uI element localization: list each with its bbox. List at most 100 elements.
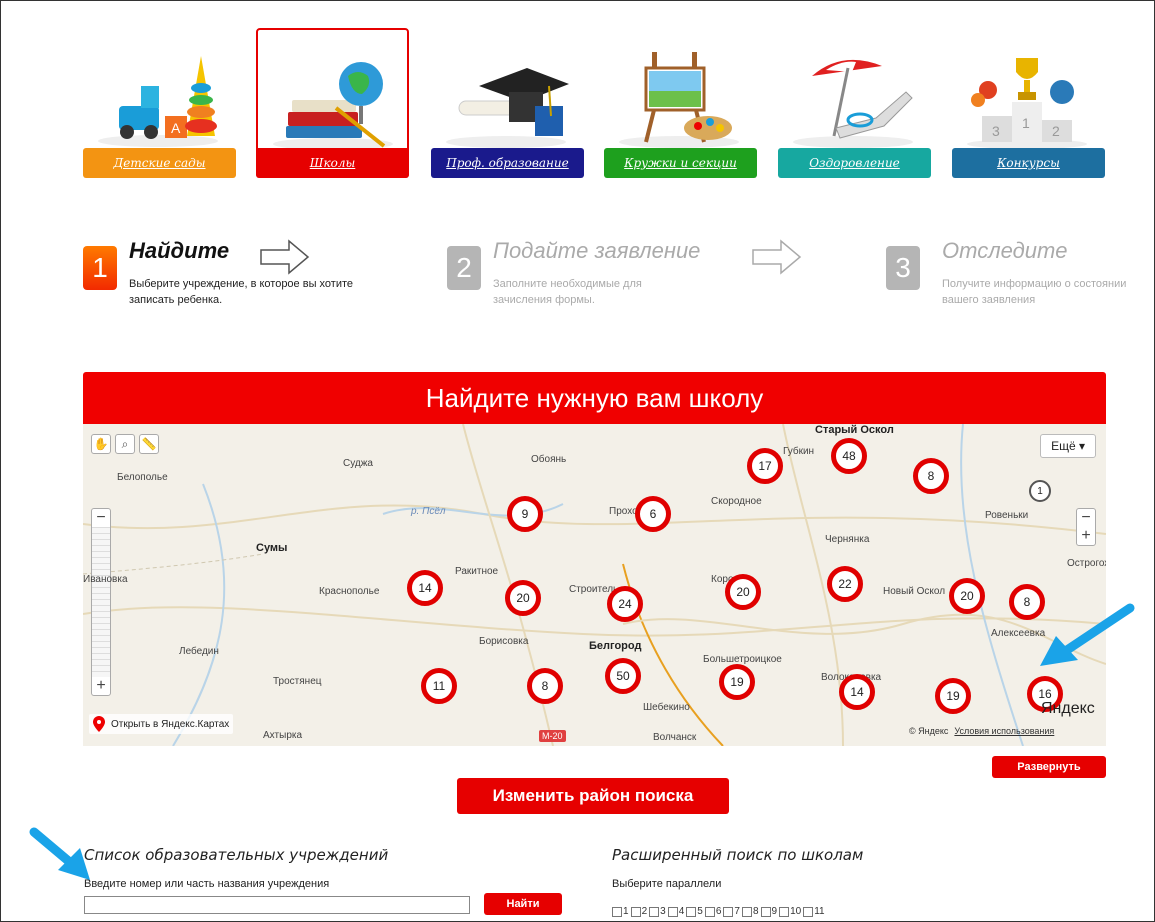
step-number: 1 xyxy=(83,246,117,290)
svg-text:1: 1 xyxy=(1022,115,1030,131)
place-label: р. Псёл xyxy=(411,506,446,517)
grade-checkbox[interactable]: 8 xyxy=(741,906,759,917)
map-cluster[interactable]: 20 xyxy=(725,574,761,610)
step-description: Заполните необходимые для зачисления фор… xyxy=(493,278,642,306)
category-label[interactable]: Конкурсы xyxy=(952,148,1105,178)
map-cluster[interactable]: 17 xyxy=(747,448,783,484)
hand-tool-icon[interactable]: ✋ xyxy=(91,434,111,454)
checkbox[interactable] xyxy=(630,906,641,917)
category-label[interactable]: Проф. образование xyxy=(431,148,584,178)
grade-checkbox[interactable]: 6 xyxy=(704,906,721,917)
step-3: 3 Отследите Получите информацию о состоя… xyxy=(886,238,1136,318)
grade-checkboxes: 1 2 3 4 5 6 7 8 9 10 11 xyxy=(612,906,825,917)
grade-label: 1 xyxy=(623,906,629,917)
map-copyright: © Яндекс Условия использования xyxy=(909,726,1054,736)
place-label: Губкин xyxy=(783,446,815,457)
category-schools[interactable]: Школы xyxy=(256,28,409,178)
expand-map-button[interactable]: Развернуть xyxy=(992,756,1106,778)
map-cluster[interactable]: 50 xyxy=(605,658,641,694)
checkbox[interactable] xyxy=(704,906,715,917)
grades-hint: Выберите параллели xyxy=(612,878,722,890)
map-cluster[interactable]: 14 xyxy=(839,674,875,710)
map-cluster[interactable]: 20 xyxy=(505,580,541,616)
checkbox[interactable] xyxy=(612,906,622,917)
grade-checkbox[interactable]: 4 xyxy=(667,906,684,917)
zoom-area-icon[interactable]: ⌕ xyxy=(115,434,135,454)
open-in-yandex-label[interactable]: Открыть в Яндекс.Картах xyxy=(111,719,229,730)
map-cluster[interactable]: 19 xyxy=(935,678,971,714)
place-label: Белгород xyxy=(589,640,642,652)
grade-checkbox[interactable]: 1 xyxy=(612,906,629,917)
find-school-banner: Найдите нужную вам школу xyxy=(83,372,1106,424)
place-label: Шебекино xyxy=(643,702,690,713)
change-search-area-button[interactable]: Изменить район поиска xyxy=(457,778,729,814)
map-cluster[interactable]: 14 xyxy=(407,570,443,606)
institution-search-input[interactable] xyxy=(84,896,470,914)
place-label: Ивановка xyxy=(83,574,128,585)
grade-checkbox[interactable]: 3 xyxy=(649,906,666,917)
category-clubs[interactable]: Кружки и секции xyxy=(604,28,757,178)
category-kindergartens[interactable]: A Детские сады xyxy=(83,28,236,178)
checkbox[interactable] xyxy=(686,906,697,917)
category-label[interactable]: Оздоровление xyxy=(778,148,931,178)
map-cluster[interactable]: 19 xyxy=(719,664,755,700)
step-title: Найдите xyxy=(129,238,230,263)
checkbox[interactable] xyxy=(723,906,734,917)
map-cluster[interactable]: 6 xyxy=(635,496,671,532)
zoom-out-button[interactable]: − xyxy=(1077,509,1095,527)
zoom-control-right[interactable]: − + xyxy=(1076,508,1096,546)
map-cluster[interactable]: 9 xyxy=(507,496,543,532)
map-cluster[interactable]: 1 xyxy=(1029,480,1051,502)
checkbox[interactable] xyxy=(760,906,771,917)
zoom-out-button[interactable]: − xyxy=(92,509,110,527)
category-professional[interactable]: Проф. образование xyxy=(431,28,584,178)
map-cluster[interactable]: 8 xyxy=(913,458,949,494)
trophy-podium-icon: 3 1 2 xyxy=(967,58,1087,149)
grade-checkbox[interactable]: 9 xyxy=(760,906,778,917)
map-more-button[interactable]: Ещё ▾ xyxy=(1040,434,1096,458)
grade-checkbox[interactable]: 11 xyxy=(803,906,825,917)
grade-label: 3 xyxy=(660,906,666,917)
zoom-in-button[interactable]: + xyxy=(92,677,110,695)
grade-checkbox[interactable]: 5 xyxy=(686,906,703,917)
map-cluster[interactable]: 22 xyxy=(827,566,863,602)
category-health[interactable]: Оздоровление xyxy=(778,28,931,178)
map[interactable]: ✋ ⌕ 📏 Ещё ▾ − + − + Белополье Суджа Обоя… xyxy=(83,424,1106,746)
grade-checkbox[interactable]: 10 xyxy=(779,906,801,917)
step-number: 3 xyxy=(886,246,920,290)
zoom-scale[interactable] xyxy=(92,527,110,677)
category-label[interactable]: Школы xyxy=(256,148,409,178)
place-label: Старый Оскол xyxy=(815,424,894,436)
terms-link[interactable]: Условия использования xyxy=(954,726,1054,736)
checkbox[interactable] xyxy=(803,906,814,917)
grade-checkbox[interactable]: 7 xyxy=(723,906,740,917)
map-cluster[interactable]: 11 xyxy=(421,668,457,704)
checkbox[interactable] xyxy=(779,906,790,917)
find-button[interactable]: Найти xyxy=(484,893,562,915)
category-label[interactable]: Кружки и секции xyxy=(604,148,757,178)
search-hint: Введите номер или часть названия учрежде… xyxy=(84,878,330,890)
place-label: Ахтырка xyxy=(263,730,303,741)
grade-checkbox[interactable]: 2 xyxy=(630,906,647,917)
category-label[interactable]: Детские сады xyxy=(83,148,236,178)
place-label: Чернянка xyxy=(825,534,870,545)
place-label: Скородное xyxy=(711,496,762,507)
checkbox[interactable] xyxy=(649,906,660,917)
zoom-control-left[interactable]: − + xyxy=(91,508,111,696)
graduation-cap-icon xyxy=(446,68,569,148)
annotation-arrow-icon xyxy=(1040,603,1135,666)
category-contests[interactable]: 3 1 2 Конкурсы xyxy=(952,28,1105,178)
copyright-text: © Яндекс xyxy=(909,726,949,736)
map-cluster[interactable]: 8 xyxy=(527,668,563,704)
place-label: Тростянец xyxy=(273,676,322,687)
zoom-in-button[interactable]: + xyxy=(1077,527,1095,545)
checkbox[interactable] xyxy=(667,906,678,917)
arrow-right-icon xyxy=(260,239,310,275)
map-cluster[interactable]: 48 xyxy=(831,438,867,474)
map-cluster[interactable]: 24 xyxy=(607,586,643,622)
ruler-icon[interactable]: 📏 xyxy=(139,434,159,454)
grade-label: 9 xyxy=(771,906,778,917)
open-in-yandex-link[interactable]: Открыть в Яндекс.Картах xyxy=(89,714,234,734)
checkbox[interactable] xyxy=(741,906,752,917)
map-cluster[interactable]: 20 xyxy=(949,578,985,614)
